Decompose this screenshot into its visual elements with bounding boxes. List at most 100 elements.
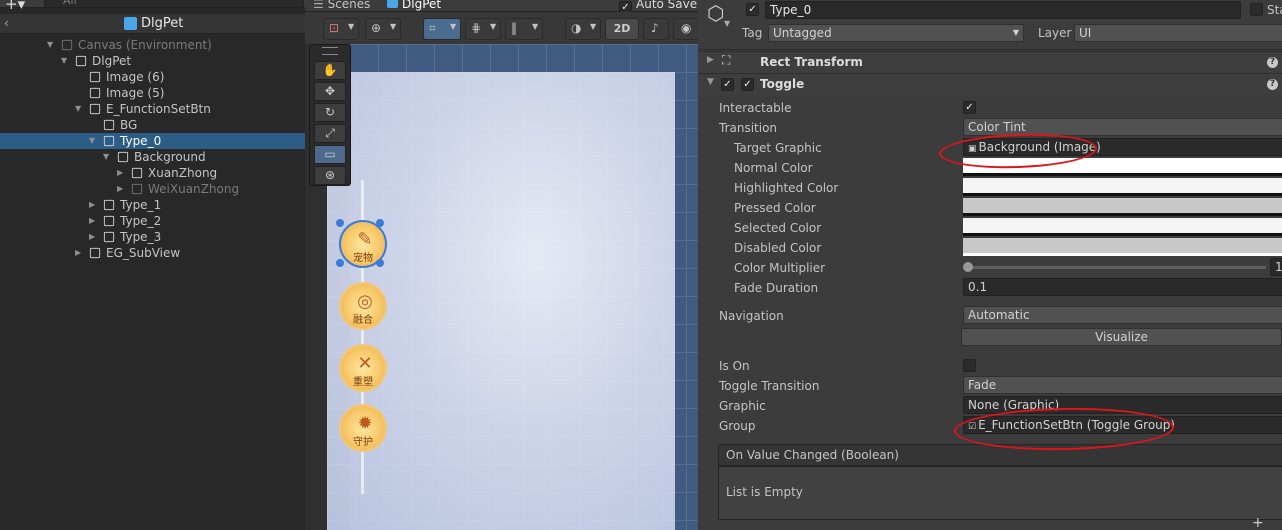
color-multiplier-slider-track[interactable] bbox=[968, 266, 1266, 269]
grid-dropdown[interactable]: ⋕ ▼ bbox=[465, 18, 501, 40]
inspector-panel: ⬡ ▼ ✓ Type_0 Sta Tag Untagged▼ Layer UI … bbox=[698, 0, 1282, 530]
help-icon[interactable]: ? bbox=[1267, 79, 1278, 90]
is-on-label: Is On bbox=[719, 359, 750, 373]
expand-arrow-icon[interactable]: ▶ bbox=[117, 181, 123, 197]
expand-arrow-icon[interactable]: ▼ bbox=[89, 133, 95, 149]
hierarchy-item-label: Canvas (Environment) bbox=[78, 38, 212, 52]
gameobject-icon bbox=[103, 135, 115, 147]
collapse-arrow-icon[interactable]: ▼ bbox=[707, 77, 714, 87]
gameobject-icon bbox=[103, 215, 115, 227]
expand-arrow-icon[interactable]: ▶ bbox=[89, 197, 95, 213]
gameobject-icon bbox=[89, 71, 101, 83]
expand-arrow-icon[interactable]: ▶ bbox=[117, 165, 123, 181]
rect-transform-header[interactable]: ▶ ⛶ Rect Transform ? bbox=[698, 51, 1282, 73]
hierarchy-item[interactable]: ▶ Type_2 bbox=[0, 213, 305, 229]
navigation-label: Navigation bbox=[719, 309, 784, 323]
auto-save-toggle[interactable]: ✓ Auto Save bbox=[619, 0, 697, 14]
reshape-function-button[interactable]: ✕ 重塑 bbox=[339, 344, 387, 392]
color-multiplier-slider-thumb[interactable] bbox=[963, 262, 973, 272]
toggle-transition-dropdown[interactable]: Fade bbox=[963, 376, 1282, 394]
increment-snap-dropdown[interactable]: ‖ ▼ bbox=[505, 18, 543, 40]
scene-toolbar bbox=[305, 12, 698, 44]
hierarchy-item[interactable]: ▼ Background bbox=[0, 149, 305, 165]
expand-arrow-icon[interactable]: ▼ bbox=[61, 53, 67, 69]
fade-duration-field[interactable]: 0.1 bbox=[963, 278, 1282, 296]
rect-handle[interactable] bbox=[336, 219, 344, 227]
guard-function-button[interactable]: ✹ 守护 bbox=[339, 404, 387, 452]
scene-viewport[interactable]: ✋ ✥ ↻ ⤢ ▭ ⊛ ✎ 宠物 ◎ 融合 ✕ 重塑 ✹ 守护 bbox=[305, 44, 698, 530]
static-checkbox[interactable] bbox=[1250, 3, 1263, 16]
transform-tool-icon[interactable]: ⊛ bbox=[314, 166, 346, 185]
visualize-button[interactable]: Visualize bbox=[961, 328, 1282, 346]
expand-arrow-icon[interactable]: ▶ bbox=[89, 213, 95, 229]
expand-arrow-icon[interactable]: ▼ bbox=[103, 149, 109, 165]
toggle-header[interactable]: ▼ ✓ ✓ Toggle ? bbox=[698, 73, 1282, 95]
object-name-field[interactable]: Type_0 bbox=[765, 1, 1241, 19]
hierarchy-item[interactable]: Image (5) bbox=[0, 85, 305, 101]
rect-handle[interactable] bbox=[336, 259, 344, 267]
rotate-tool-icon[interactable]: ↻ bbox=[314, 103, 346, 122]
reshape-icon: ✕ bbox=[357, 353, 373, 374]
navigation-dropdown[interactable]: Automatic bbox=[963, 306, 1282, 324]
hierarchy-item[interactable]: ▶ Type_3 bbox=[0, 229, 305, 245]
mode-2d-button[interactable]: 2D bbox=[605, 18, 639, 40]
effects-button[interactable]: ◉ bbox=[673, 18, 698, 40]
icon-dropdown-icon[interactable]: ▼ bbox=[724, 19, 730, 28]
scene-header[interactable]: ‹ DlgPet bbox=[0, 14, 305, 34]
selected-color-field[interactable] bbox=[963, 218, 1282, 236]
hierarchy-item[interactable]: ▶ EG_SubView bbox=[0, 245, 305, 261]
color-multiplier-value[interactable]: 1 bbox=[1270, 258, 1282, 276]
tag-dropdown[interactable]: Untagged ▼ bbox=[768, 24, 1024, 42]
tool-handle-dropdown[interactable]: ⊡ ▼ bbox=[323, 18, 359, 40]
rect-handle[interactable] bbox=[376, 259, 384, 267]
back-arrow-icon[interactable]: ‹ bbox=[4, 16, 9, 30]
expand-arrow-icon[interactable]: ▼ bbox=[75, 101, 81, 117]
disabled-color-field[interactable] bbox=[963, 238, 1282, 256]
rect-handle[interactable] bbox=[376, 219, 384, 227]
grid-snap-button[interactable]: ⌗ ▼ bbox=[423, 18, 461, 40]
move-tool-icon[interactable]: ✥ bbox=[314, 82, 346, 101]
expand-arrow-icon[interactable]: ▶ bbox=[89, 229, 95, 245]
scale-tool-icon[interactable]: ⤢ bbox=[314, 124, 346, 143]
expand-arrow-icon[interactable]: ▶ bbox=[707, 55, 714, 65]
scene-view-panel: ☰ Scenes DlgPet ✓ Auto Save ⊡ ▼ ⊕ ▼ ⌗ ▼ ⋕ ▼ ‖… bbox=[305, 0, 698, 530]
hierarchy-item[interactable]: ▼ Canvas (Environment) bbox=[0, 37, 305, 53]
layer-value: UI bbox=[1079, 26, 1092, 40]
highlighted-color-field[interactable] bbox=[963, 178, 1282, 196]
scenes-tab[interactable]: ☰ Scenes bbox=[313, 0, 370, 11]
hierarchy-item[interactable]: ▶ WeiXuanZhong bbox=[0, 181, 305, 197]
drag-handle-icon[interactable] bbox=[322, 47, 338, 55]
scene-breadcrumb[interactable]: DlgPet bbox=[387, 0, 441, 11]
hand-tool-icon[interactable]: ✋ bbox=[314, 61, 346, 80]
hierarchy-item[interactable]: ▶ XuanZhong bbox=[0, 165, 305, 181]
hierarchy-item[interactable]: ▼ E_FunctionSetBtn bbox=[0, 101, 305, 117]
toggle-transition-label: Toggle Transition bbox=[719, 379, 820, 393]
toggle-component-icon: ✓ bbox=[741, 78, 754, 91]
rect-tool-icon[interactable]: ▭ bbox=[314, 145, 346, 164]
shading-dropdown[interactable]: ◑ ▼ bbox=[565, 18, 601, 40]
pressed-color-field[interactable] bbox=[963, 198, 1282, 216]
interactable-checkbox[interactable]: ✓ bbox=[963, 101, 976, 114]
toggle-enabled-checkbox[interactable]: ✓ bbox=[721, 78, 734, 91]
add-event-icon[interactable]: + bbox=[1252, 515, 1264, 530]
hierarchy-item[interactable]: ▼ Type_0 bbox=[0, 133, 305, 149]
hierarchy-item-label: Image (6) bbox=[106, 70, 165, 84]
pressed-color-label: Pressed Color bbox=[734, 201, 816, 215]
fusion-function-button[interactable]: ◎ 融合 bbox=[339, 282, 387, 330]
global-dropdown[interactable]: ⊕ ▼ bbox=[365, 18, 401, 40]
help-icon[interactable]: ? bbox=[1267, 57, 1278, 68]
hierarchy-search-input[interactable]: All bbox=[44, 0, 304, 8]
hierarchy-item[interactable]: Image (6) bbox=[0, 69, 305, 85]
interactable-label: Interactable bbox=[719, 101, 792, 115]
expand-arrow-icon[interactable]: ▶ bbox=[75, 245, 81, 261]
lighting-button[interactable]: ♪ bbox=[643, 18, 669, 40]
hierarchy-item[interactable]: BG bbox=[0, 117, 305, 133]
active-checkbox[interactable]: ✓ bbox=[746, 3, 759, 16]
hierarchy-item[interactable]: ▼ DlgPet bbox=[0, 53, 305, 69]
expand-arrow-icon[interactable]: ▼ bbox=[47, 37, 53, 53]
layer-dropdown[interactable]: UI bbox=[1074, 24, 1282, 42]
hierarchy-item[interactable]: ▶ Type_1 bbox=[0, 197, 305, 213]
add-icon[interactable]: +▾ bbox=[5, 0, 25, 13]
hierarchy-item-label: WeiXuanZhong bbox=[148, 182, 240, 196]
is-on-checkbox[interactable] bbox=[963, 359, 976, 372]
